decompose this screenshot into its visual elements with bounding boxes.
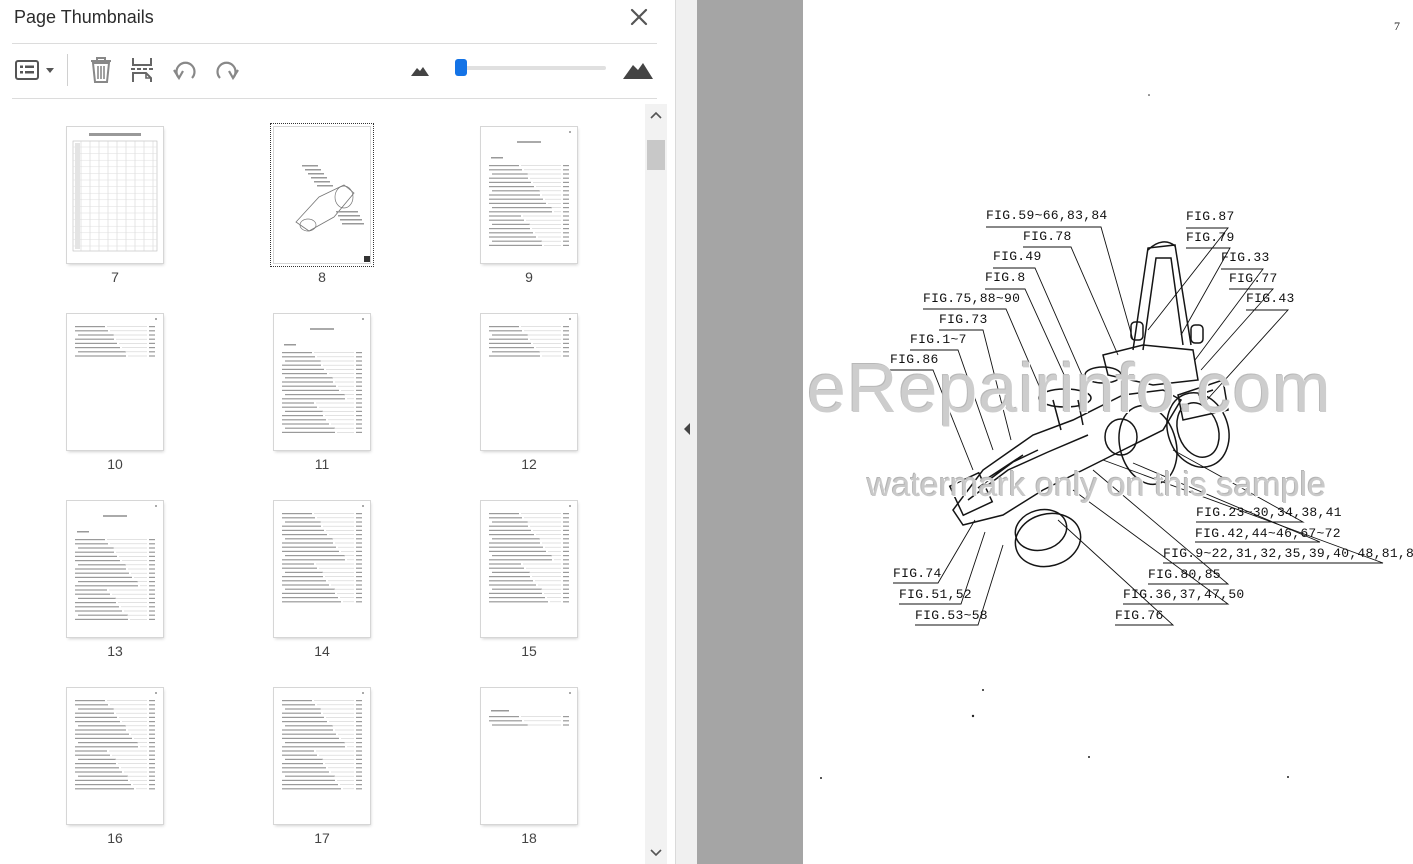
thumbnail-page-number: 16 xyxy=(107,830,123,846)
figure-label: FIG.86 xyxy=(890,352,939,367)
thumbnail-page-number: 7 xyxy=(111,269,119,285)
toolbar-separator xyxy=(67,54,68,86)
figure-label: FIG.87 xyxy=(1186,209,1235,224)
figure-label: FIG.43 xyxy=(1246,291,1295,306)
close-panel-button[interactable] xyxy=(626,4,652,30)
page-thumbnail[interactable] xyxy=(274,314,370,450)
tractor-exploded-diagram xyxy=(820,94,1384,779)
chevron-down-icon xyxy=(650,849,662,857)
figure-label: FIG.75,88~90 xyxy=(923,291,1021,306)
thumbnail-page-number: 9 xyxy=(525,269,533,285)
figure-label: FIG.73 xyxy=(939,312,988,327)
thumbnail-preview xyxy=(75,505,157,620)
figure-label: FIG.9~22,31,32,35,39,40,48,81,82 xyxy=(1163,546,1413,561)
figure-label: FIG.53~58 xyxy=(915,608,988,623)
document-page[interactable]: 7 eRepairinfo.com watermark only on this… xyxy=(803,0,1413,864)
watermark-sub: watermark only on this sample xyxy=(867,466,1327,504)
figure-label: FIG.33 xyxy=(1221,250,1270,265)
rotate-counterclockwise-button[interactable] xyxy=(170,54,200,86)
thumbnail-page-number: 15 xyxy=(521,643,537,659)
figure-label: FIG.78 xyxy=(1023,229,1072,244)
thumbnail-page-number: 17 xyxy=(314,830,330,846)
thumbnail-grid: 7 8 9 10 11 12 13 14 15 16 17 18 xyxy=(0,104,645,864)
small-mountain-icon xyxy=(411,67,429,76)
thumbnail-preview xyxy=(489,692,571,726)
divider xyxy=(12,98,657,99)
thumbnail-options-icon xyxy=(15,60,54,80)
page-thumbnail[interactable] xyxy=(270,123,374,267)
thumbnail-page-number: 11 xyxy=(314,456,330,472)
page-thumbnail[interactable] xyxy=(274,688,370,824)
trash-icon xyxy=(91,57,111,83)
collapse-panel-button[interactable] xyxy=(681,420,693,438)
scroll-down-button[interactable] xyxy=(645,842,667,864)
thumbnail-preview xyxy=(282,692,364,790)
thumbnail-options-button[interactable] xyxy=(12,54,58,86)
thumbnail-preview xyxy=(75,318,157,357)
figure-label: FIG.1~7 xyxy=(910,332,967,347)
figure-label: FIG.59~66,83,84 xyxy=(986,208,1108,223)
rotate-clockwise-button[interactable] xyxy=(212,54,242,86)
figure-label: FIG.80,85 xyxy=(1148,567,1221,582)
thumbnail-preview xyxy=(72,133,158,252)
figure-label: FIG.49 xyxy=(993,249,1042,264)
insert-pages-button[interactable] xyxy=(128,54,158,86)
thumbnail-scrollbar[interactable] xyxy=(645,104,667,864)
panel-title: Page Thumbnails xyxy=(14,7,154,27)
figure-label: FIG.8 xyxy=(985,270,1026,285)
figure-label: FIG.79 xyxy=(1186,230,1235,245)
thumbnail-preview xyxy=(295,165,370,262)
page-thumbnail[interactable] xyxy=(67,688,163,824)
page-thumbnails-panel: Page Thumbnails 7 8 9 10 11 12 13 14 15 … xyxy=(0,0,675,864)
thumbnail-page-number: 14 xyxy=(314,643,330,659)
page-thumbnail[interactable] xyxy=(481,127,577,263)
thumbnail-page-number: 10 xyxy=(107,456,123,472)
thumbnail-page-number: 13 xyxy=(107,643,123,659)
watermark-main: eRepairinfo.com xyxy=(807,349,1332,427)
delete-pages-button[interactable] xyxy=(86,54,116,86)
thumbnail-preview xyxy=(489,131,571,246)
figure-label: FIG.36,37,47,50 xyxy=(1123,587,1245,602)
figure-label: FIG.23~30,34,38,41 xyxy=(1196,505,1342,520)
thumbnail-preview xyxy=(489,318,571,357)
thumbnail-page-number: 12 xyxy=(521,456,537,472)
figure-label: FIG.76 xyxy=(1115,608,1164,623)
chevron-up-icon xyxy=(650,111,662,119)
scrollbar-thumb[interactable] xyxy=(647,140,665,170)
page-thumbnail[interactable] xyxy=(274,501,370,637)
page-thumbnail[interactable] xyxy=(67,501,163,637)
thumbnail-preview xyxy=(282,318,364,433)
thumbnail-page-number: 18 xyxy=(521,830,537,846)
zoom-out-thumbnails-button[interactable] xyxy=(406,54,434,86)
page-thumbnail[interactable] xyxy=(67,314,163,450)
figure-label: FIG.42,44~46,67~72 xyxy=(1195,526,1341,541)
zoom-in-thumbnails-button[interactable] xyxy=(620,54,656,86)
thumbnail-size-slider-handle[interactable] xyxy=(455,59,467,76)
thumbnail-preview xyxy=(282,505,364,603)
panel-splitter[interactable] xyxy=(675,0,697,864)
page-thumbnail[interactable] xyxy=(481,688,577,824)
page-thumbnail[interactable] xyxy=(67,127,163,263)
thumbnail-size-slider[interactable] xyxy=(460,66,606,70)
thumbnail-preview xyxy=(489,505,571,603)
page-thumbnail[interactable] xyxy=(481,501,577,637)
figure-label: FIG.77 xyxy=(1229,271,1278,286)
figure-label: FIG.74 xyxy=(893,566,942,581)
thumbnail-preview xyxy=(75,692,157,790)
thumbnail-page-number: 8 xyxy=(318,269,326,285)
close-icon xyxy=(630,8,648,26)
figure-label: FIG.51,52 xyxy=(899,587,972,602)
large-mountain-icon xyxy=(623,63,653,79)
rotate-clockwise-icon xyxy=(216,61,239,81)
divider xyxy=(12,43,657,44)
page-thumbnail[interactable] xyxy=(481,314,577,450)
rotate-counterclockwise-icon xyxy=(173,61,196,81)
scroll-up-button[interactable] xyxy=(645,104,667,126)
insert-pages-icon xyxy=(131,58,155,82)
collapse-left-icon xyxy=(684,423,690,435)
